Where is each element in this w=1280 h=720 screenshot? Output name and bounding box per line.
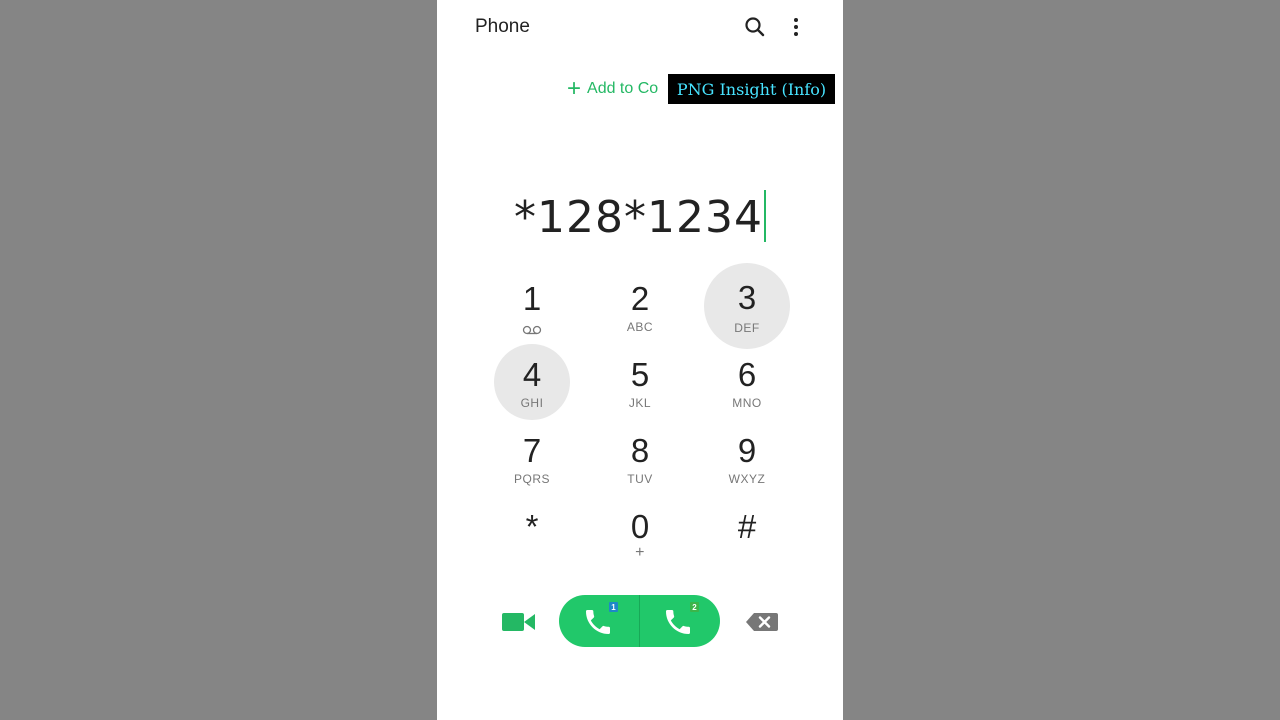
key-digit: 6 (737, 356, 757, 393)
voicemail-icon (494, 322, 570, 340)
call-button-group: 1 2 (559, 595, 720, 647)
key-letters: GHI (520, 396, 544, 410)
key-digit: 7 (522, 432, 542, 469)
right-backdrop (843, 0, 1280, 720)
key-digit: 8 (630, 432, 650, 469)
key-0[interactable]: 0 + (602, 496, 678, 572)
call-sim2-button[interactable]: 2 (640, 595, 720, 647)
key-6[interactable]: 6 MNO (709, 344, 785, 420)
key-letters: WXYZ (728, 472, 766, 486)
key-letters: + (635, 544, 645, 561)
key-9[interactable]: 9 WXYZ (709, 420, 785, 496)
key-star[interactable]: * (494, 496, 570, 572)
key-letters: MNO (732, 396, 762, 410)
number-display[interactable]: *128*1234 (437, 190, 843, 246)
key-letters: TUV (627, 472, 653, 486)
key-digit: 1 (522, 280, 542, 317)
video-call-icon[interactable] (502, 610, 536, 634)
key-1[interactable]: 1 (494, 268, 570, 344)
key-2[interactable]: 2 ABC (602, 268, 678, 344)
key-digit: 3 (737, 279, 757, 316)
phone-screen: Phone + Add to Co PNG Insight (Info) *12… (437, 0, 843, 720)
add-to-contacts-label: Add to Co (587, 80, 659, 97)
plus-icon: + (567, 75, 582, 102)
key-digit: 9 (737, 432, 757, 469)
key-digit: 0 (630, 508, 650, 545)
key-hash[interactable]: # (709, 496, 785, 572)
key-letters: PQRS (513, 472, 550, 486)
key-5[interactable]: 5 JKL (602, 344, 678, 420)
call-sim1-button[interactable]: 1 (559, 595, 639, 647)
text-caret (763, 190, 766, 242)
key-8[interactable]: 8 TUV (602, 420, 678, 496)
key-digit: 2 (630, 280, 650, 317)
key-digit: 5 (630, 356, 650, 393)
key-digit: * (525, 508, 539, 545)
key-digit: 4 (522, 356, 542, 393)
app-title: Phone (475, 16, 530, 37)
sim2-badge: 2 (690, 602, 699, 612)
more-options-icon[interactable] (784, 15, 808, 39)
key-letters: DEF (734, 321, 760, 335)
key-7[interactable]: 7 PQRS (494, 420, 570, 496)
key-letters: JKL (628, 396, 652, 410)
entered-number: *128*1234 (514, 192, 763, 243)
key-4[interactable]: 4 GHI (494, 344, 570, 420)
search-icon[interactable] (743, 15, 767, 39)
key-3[interactable]: 3 DEF (704, 263, 790, 349)
key-letters: ABC (626, 320, 654, 334)
sim1-badge: 1 (609, 602, 618, 612)
key-digit: # (737, 508, 757, 545)
left-backdrop (0, 0, 437, 720)
add-to-contacts-button[interactable]: + Add to Co (567, 75, 659, 102)
backspace-icon[interactable] (745, 612, 779, 632)
watermark-label: PNG Insight (Info) (668, 74, 835, 104)
